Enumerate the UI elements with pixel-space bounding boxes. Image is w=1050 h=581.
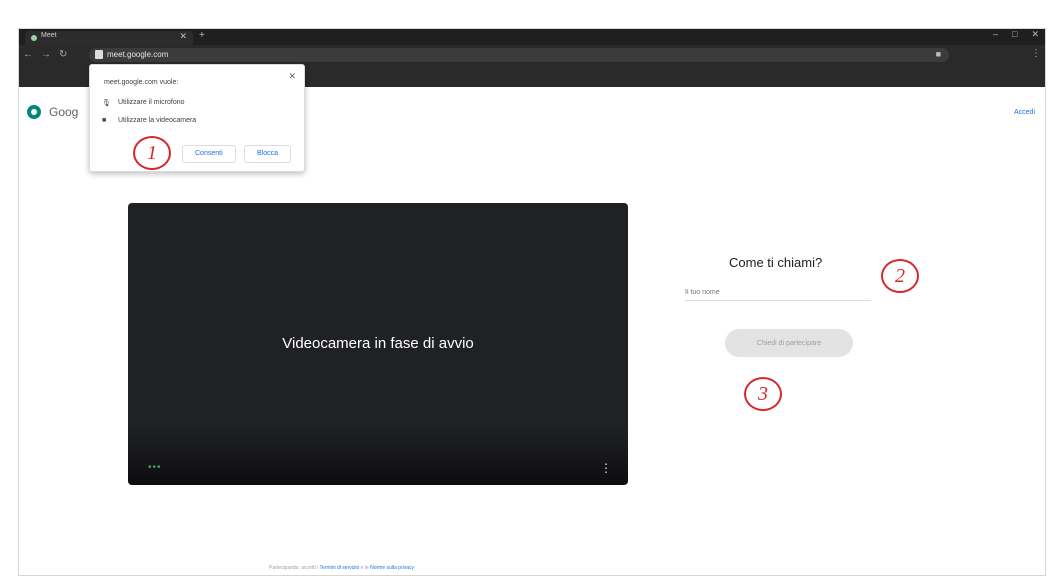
close-window-icon[interactable]: ✕ xyxy=(1031,29,1039,40)
tab-strip: Meet ✕ + – □ ✕ xyxy=(19,29,1045,45)
browser-window: Meet ✕ + – □ ✕ ← → ↻ meet.google.com ■ ⋮… xyxy=(18,28,1046,576)
logo-text: Goog xyxy=(49,105,79,119)
footer-terms: Partecipando, accetti i Termini di servi… xyxy=(269,565,414,571)
audio-level-icon: ••• xyxy=(148,462,162,473)
mic-label: Utilizzare il microfono xyxy=(118,99,185,106)
close-popup-icon[interactable]: ✕ xyxy=(288,71,296,82)
camera-icon: ■ xyxy=(102,117,107,124)
name-question: Come ti chiami? xyxy=(729,255,823,270)
permission-popup: meet.google.com vuole: ✕ 🎙︎ Utilizzare i… xyxy=(89,64,305,172)
block-button[interactable]: Blocca xyxy=(244,145,292,163)
lock-icon[interactable] xyxy=(95,50,103,59)
maximize-icon[interactable]: □ xyxy=(1012,29,1017,40)
privacy-link[interactable]: Norme sulla privacy xyxy=(370,565,414,571)
reload-icon[interactable]: ↻ xyxy=(59,49,67,60)
meet-favicon-icon xyxy=(31,35,37,41)
meet-logo-icon xyxy=(27,105,41,119)
tab-title: Meet xyxy=(41,32,57,39)
permission-row-mic: 🎙︎ Utilizzare il microfono xyxy=(102,99,185,107)
annotation-1: 1 xyxy=(133,136,171,170)
footer-and: e le xyxy=(360,565,369,571)
new-tab-icon[interactable]: + xyxy=(199,30,205,41)
allow-button[interactable]: Consenti xyxy=(182,145,236,163)
microphone-icon: 🎙︎ xyxy=(102,100,111,107)
more-options-icon[interactable]: ⋮ xyxy=(600,461,612,475)
window-controls: – □ ✕ xyxy=(993,29,1039,40)
url-text: meet.google.com xyxy=(107,50,169,59)
ask-to-join-button[interactable]: Chiedi di partecipare xyxy=(725,329,853,357)
video-preview: Videocamera in fase di avvio ••• ⋮ xyxy=(128,203,628,485)
terms-link[interactable]: Termini di servizio xyxy=(320,565,360,571)
footer-prefix: Partecipando, accetti i xyxy=(269,565,319,571)
address-bar[interactable]: meet.google.com ■ xyxy=(89,48,949,62)
nav-buttons: ← → ↻ xyxy=(23,49,67,60)
back-icon[interactable]: ← xyxy=(23,49,33,60)
browser-menu-icon[interactable]: ⋮ xyxy=(1031,48,1041,59)
close-tab-icon[interactable]: ✕ xyxy=(179,31,187,42)
signin-link[interactable]: Accedi xyxy=(1014,109,1035,116)
video-gradient xyxy=(128,425,628,485)
permission-title: meet.google.com vuole: xyxy=(104,79,179,86)
annotation-2: 2 xyxy=(881,259,919,293)
permission-row-camera: ■ Utilizzare la videocamera xyxy=(102,117,196,124)
meet-logo[interactable]: Goog xyxy=(27,105,78,119)
camera-permission-icon[interactable]: ■ xyxy=(936,49,941,59)
minimize-icon[interactable]: – xyxy=(993,29,998,40)
name-input[interactable] xyxy=(685,285,871,301)
annotation-3: 3 xyxy=(744,377,782,411)
forward-icon[interactable]: → xyxy=(41,49,51,60)
browser-tab[interactable]: Meet ✕ xyxy=(25,31,193,45)
camera-label: Utilizzare la videocamera xyxy=(118,117,197,124)
video-status-text: Videocamera in fase di avvio xyxy=(282,335,474,352)
